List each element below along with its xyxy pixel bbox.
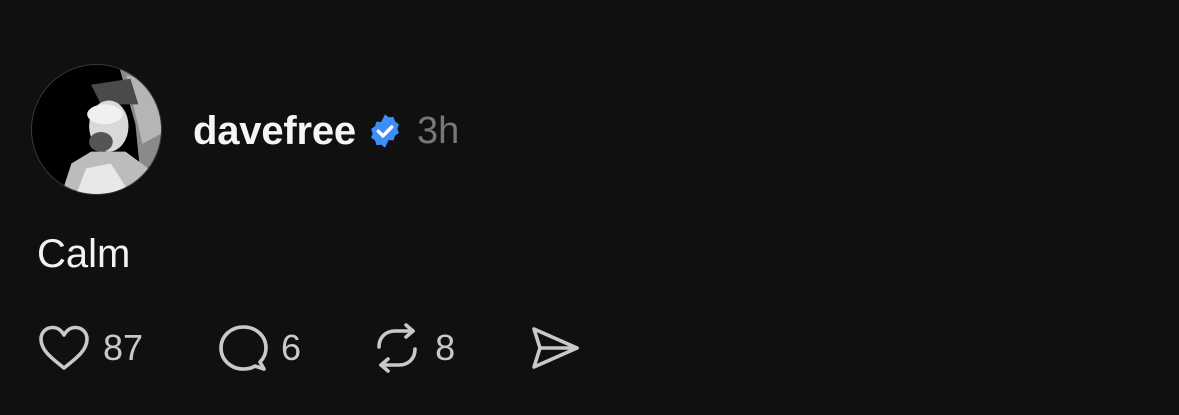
repost-count: 8 xyxy=(435,327,456,368)
share-button[interactable] xyxy=(529,324,581,372)
thread-post: davefree 3h Calm 87 6 8 xyxy=(0,0,1179,415)
heart-icon xyxy=(39,325,89,370)
username[interactable]: davefree xyxy=(193,109,356,154)
profile-photo xyxy=(32,65,161,194)
avatar[interactable] xyxy=(31,64,162,195)
verified-badge-icon xyxy=(366,112,404,150)
speech-bubble-icon xyxy=(219,325,268,371)
post-timestamp: 3h xyxy=(416,109,460,152)
post-header: davefree 3h xyxy=(193,106,459,156)
repost-arrows-icon xyxy=(377,323,417,373)
repost-button[interactable]: 8 xyxy=(371,323,455,373)
post-text: Calm xyxy=(37,232,131,276)
paper-plane-icon xyxy=(532,327,579,369)
action-bar: 87 6 8 xyxy=(37,320,581,376)
like-count: 87 xyxy=(103,327,144,368)
reply-button[interactable]: 6 xyxy=(217,322,301,374)
reply-count: 6 xyxy=(281,327,302,368)
like-button[interactable]: 87 xyxy=(37,324,143,372)
